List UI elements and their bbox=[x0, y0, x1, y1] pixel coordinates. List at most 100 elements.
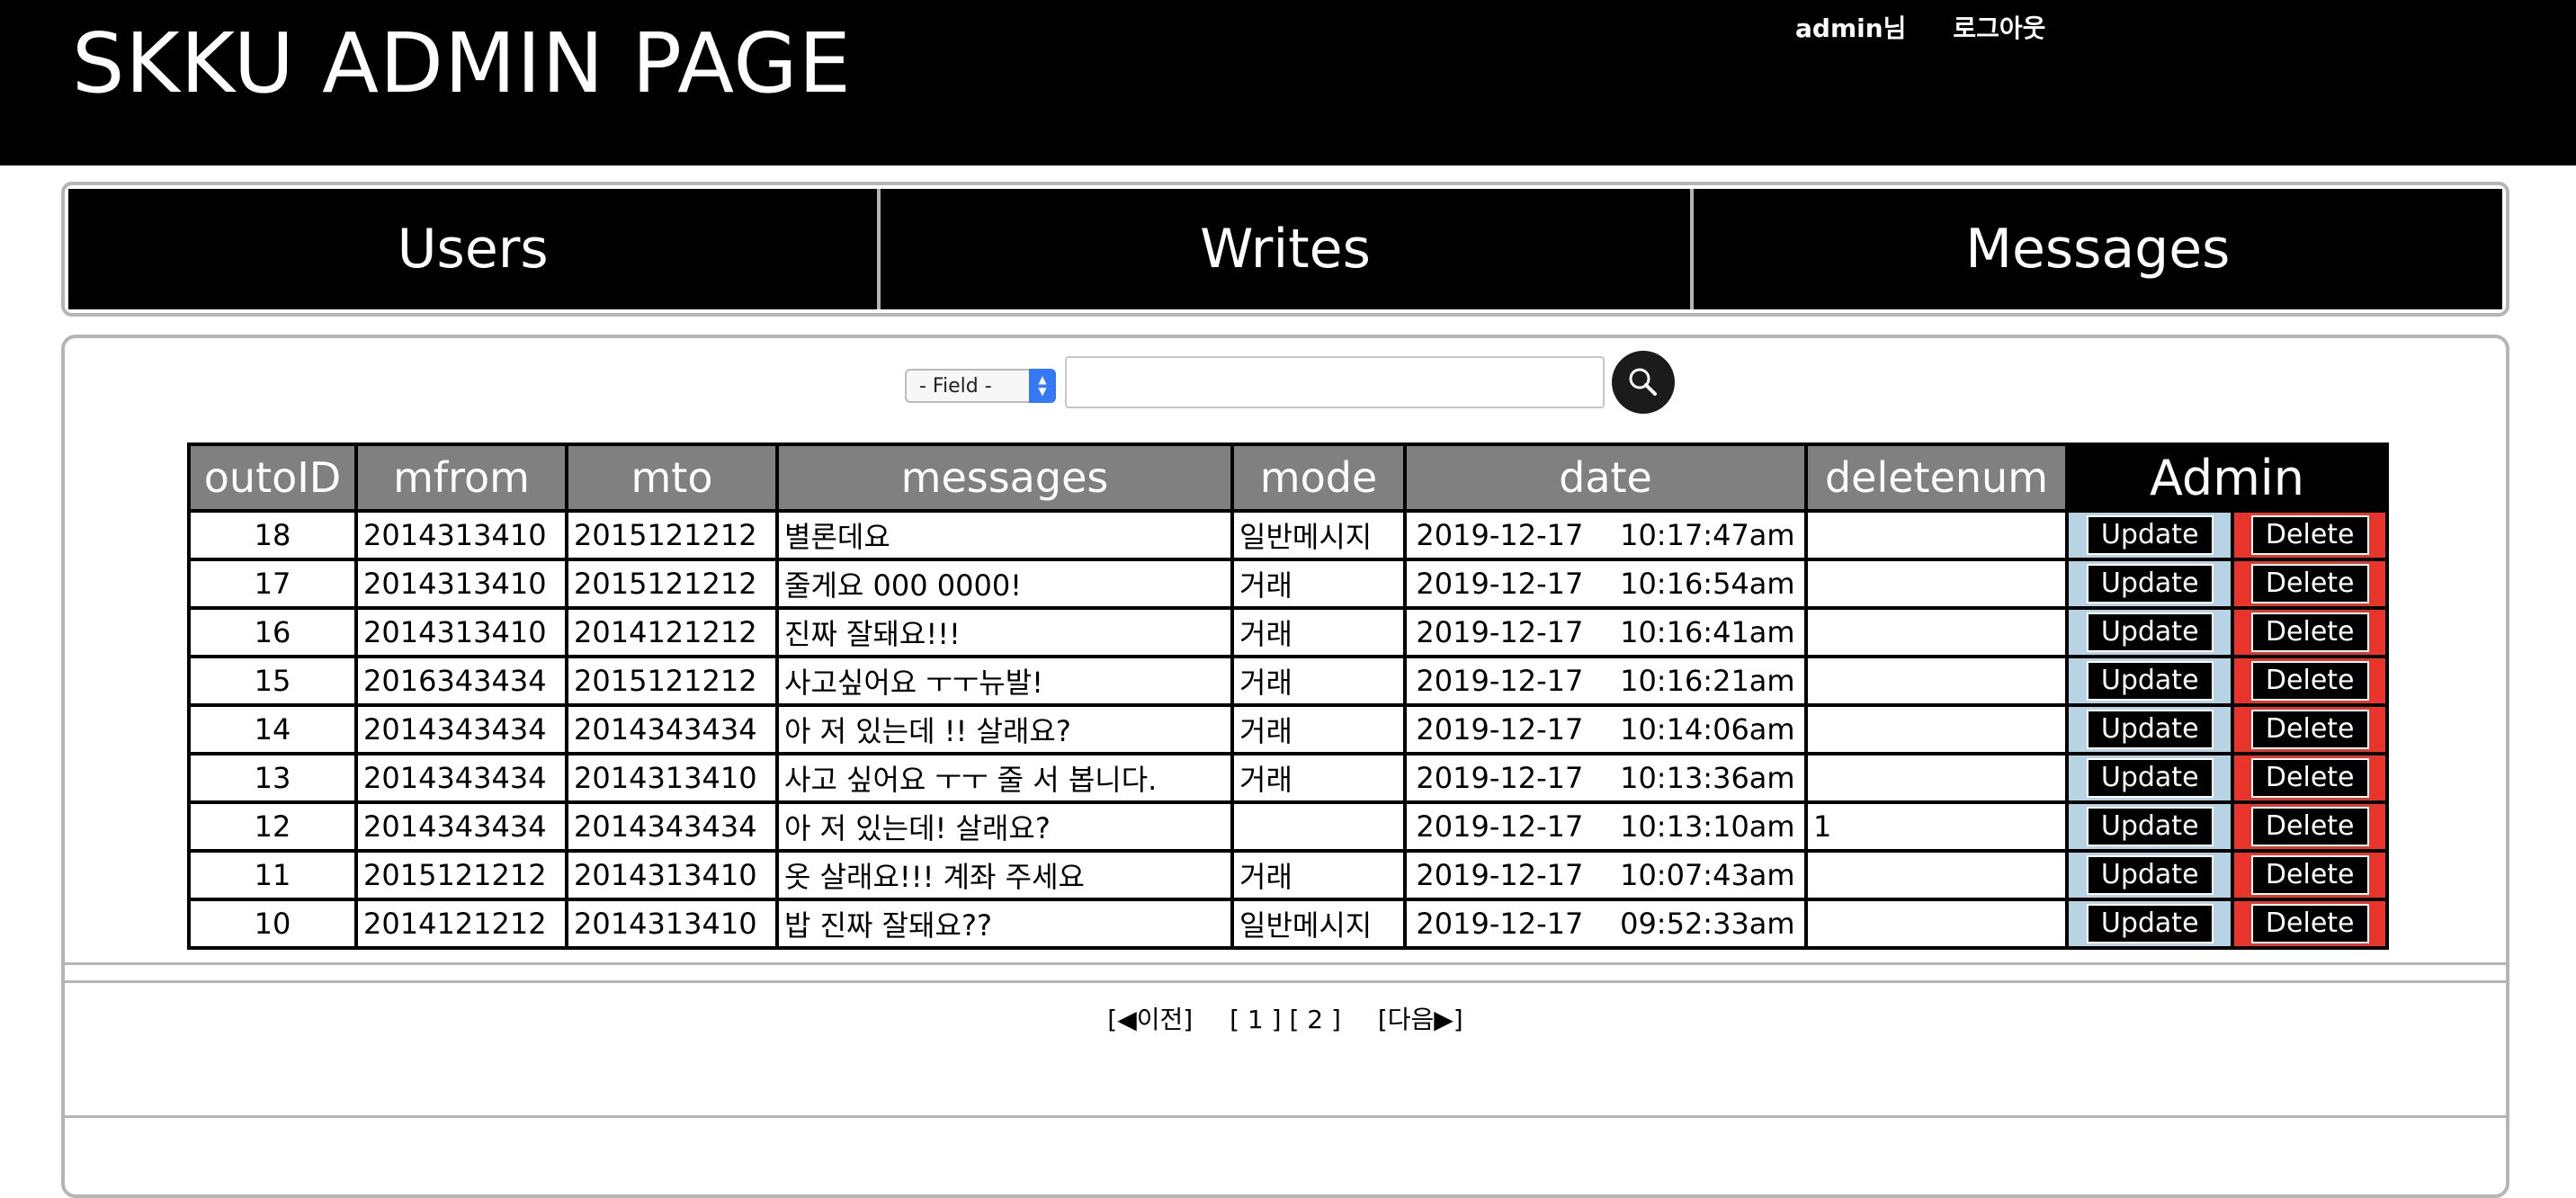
delete-button[interactable]: Delete bbox=[2250, 564, 2369, 603]
cell-mfrom: 2015121212 bbox=[354, 849, 568, 901]
col-header-messages[interactable]: messages bbox=[775, 443, 1234, 513]
col-header-mode[interactable]: mode bbox=[1230, 443, 1407, 513]
field-select[interactable]: - Field - ▲ ▼ bbox=[905, 369, 1056, 403]
delete-button[interactable]: Delete bbox=[2250, 612, 2369, 652]
cell-deletenum bbox=[1804, 655, 2069, 707]
delete-button[interactable]: Delete bbox=[2250, 855, 2369, 895]
cell-deletenum: 1 bbox=[1804, 800, 2069, 853]
tab-writes[interactable]: Writes bbox=[881, 189, 1694, 309]
table-row: 17 2014313410 2015121212 줄게요 000 0000! 거래 201… bbox=[187, 558, 2389, 610]
tab-users[interactable]: Users bbox=[68, 189, 881, 309]
col-header-admin: Admin bbox=[2065, 443, 2389, 513]
delete-button[interactable]: Delete bbox=[2250, 710, 2369, 749]
delete-cell: Delete bbox=[2231, 558, 2389, 610]
cell-mto: 2014313410 bbox=[565, 849, 779, 901]
main-nav: Users Writes Messages bbox=[61, 182, 2509, 317]
table-row: 11 2015121212 2014313410 옷 살래요!!! 계좌 주세요 거래 2… bbox=[187, 849, 2389, 901]
cell-mode: 거래 bbox=[1230, 558, 1407, 610]
table-row: 14 2014343434 2014343434 아 저 있는데 !! 살래요? 거래 2… bbox=[187, 703, 2389, 755]
table-row: 15 2016343434 2015121212 사고싶어요 ㅜㅜ뉴발! 거래 2019-… bbox=[187, 655, 2389, 707]
update-button[interactable]: Update bbox=[2086, 710, 2214, 749]
cell-deletenum bbox=[1804, 558, 2069, 610]
cell-mto: 2014313410 bbox=[565, 898, 779, 950]
update-button[interactable]: Update bbox=[2086, 612, 2214, 652]
delete-cell: Delete bbox=[2231, 800, 2389, 853]
cell-message: 사고 싶어요 ㅜㅜ 줄 서 봅니다. bbox=[775, 752, 1234, 804]
col-header-deletenum[interactable]: deletenum bbox=[1804, 443, 2069, 513]
prev-page-link[interactable]: [◀이전] bbox=[1107, 1005, 1193, 1034]
update-cell: Update bbox=[2064, 849, 2235, 901]
cell-date: 2019-12-17 10:17:47am bbox=[1403, 509, 1808, 561]
delete-button[interactable]: Delete bbox=[2250, 661, 2369, 701]
page-link-2[interactable]: [ 2 ] bbox=[1289, 1005, 1340, 1034]
cell-date: 2019-12-17 10:14:06am bbox=[1403, 703, 1808, 755]
update-cell: Update bbox=[2064, 655, 2235, 707]
update-cell: Update bbox=[2064, 558, 2235, 610]
next-page-link[interactable]: [다음▶] bbox=[1378, 1005, 1463, 1034]
cell-mode: 거래 bbox=[1230, 703, 1407, 755]
cell-date: 2019-12-17 10:13:36am bbox=[1403, 752, 1808, 804]
cell-deletenum bbox=[1804, 606, 2069, 658]
user-area: admin님 로그아웃 bbox=[1795, 9, 2045, 45]
update-cell: Update bbox=[2064, 800, 2235, 853]
search-input[interactable] bbox=[1065, 356, 1605, 408]
cell-mfrom: 2014343434 bbox=[354, 752, 568, 804]
cell-date: 2019-12-17 09:52:33am bbox=[1403, 898, 1808, 950]
table-row: 12 2014343434 2014343434 아 저 있는데! 살래요? 2019-… bbox=[187, 800, 2389, 853]
divider bbox=[65, 980, 2506, 983]
delete-cell: Delete bbox=[2231, 898, 2389, 950]
table-row: 10 2014121212 2014313410 밥 진짜 잘돼요?? 일반메시지 201… bbox=[187, 898, 2389, 950]
delete-cell: Delete bbox=[2231, 849, 2389, 901]
delete-button[interactable]: Delete bbox=[2250, 904, 2369, 943]
table-row: 16 2014313410 2014121212 진짜 잘돼요!!! 거래 2019-12… bbox=[187, 606, 2389, 658]
cell-message: 밥 진짜 잘돼요?? bbox=[775, 898, 1234, 950]
table-header-row: outoID mfrom mto messages mode date dele… bbox=[187, 443, 2389, 513]
update-button[interactable]: Update bbox=[2086, 758, 2214, 798]
delete-button[interactable]: Delete bbox=[2250, 807, 2369, 846]
search-bar: - Field - ▲ ▼ bbox=[65, 345, 2506, 417]
delete-cell: Delete bbox=[2231, 509, 2389, 561]
cell-mto: 2014343434 bbox=[565, 800, 779, 853]
search-button[interactable] bbox=[1612, 351, 1675, 414]
update-cell: Update bbox=[2064, 898, 2235, 950]
cell-outoid: 14 bbox=[187, 703, 358, 755]
col-header-outoid[interactable]: outoID bbox=[187, 443, 358, 513]
delete-button[interactable]: Delete bbox=[2250, 515, 2369, 555]
update-cell: Update bbox=[2064, 752, 2235, 804]
page-numbers: [ 1 ] [ 2 ] bbox=[1230, 1005, 1349, 1034]
table-body: 18 2014313410 2015121212 별론데요 일반메시지 2019-12-1… bbox=[187, 509, 2389, 950]
delete-cell: Delete bbox=[2231, 655, 2389, 707]
pagination: [◀이전] [ 1 ] [ 2 ] [다음▶] bbox=[65, 1000, 2506, 1036]
update-button[interactable]: Update bbox=[2086, 661, 2214, 701]
update-button[interactable]: Update bbox=[2086, 515, 2214, 555]
cell-date: 2019-12-17 10:16:21am bbox=[1403, 655, 1808, 707]
cell-mode: 거래 bbox=[1230, 849, 1407, 901]
cell-mfrom: 2014313410 bbox=[354, 606, 568, 658]
page-link-1[interactable]: [ 1 ] bbox=[1230, 1005, 1281, 1034]
update-button[interactable]: Update bbox=[2086, 564, 2214, 603]
divider bbox=[65, 962, 2506, 965]
cell-date: 2019-12-17 10:16:41am bbox=[1403, 606, 1808, 658]
cell-outoid: 18 bbox=[187, 509, 358, 561]
cell-mto: 2014121212 bbox=[565, 606, 779, 658]
col-header-mfrom[interactable]: mfrom bbox=[354, 443, 568, 513]
messages-table-wrapper: outoID mfrom mto messages mode date dele… bbox=[187, 443, 2389, 950]
cell-message: 진짜 잘돼요!!! bbox=[775, 606, 1234, 658]
cell-mto: 2014313410 bbox=[565, 752, 779, 804]
update-button[interactable]: Update bbox=[2086, 855, 2214, 895]
col-header-mto[interactable]: mto bbox=[565, 443, 779, 513]
delete-button[interactable]: Delete bbox=[2250, 758, 2369, 798]
cell-mto: 2015121212 bbox=[565, 509, 779, 561]
cell-message: 줄게요 000 0000! bbox=[775, 558, 1234, 610]
update-button[interactable]: Update bbox=[2086, 904, 2214, 943]
tab-messages[interactable]: Messages bbox=[1693, 189, 2502, 309]
cell-deletenum bbox=[1804, 509, 2069, 561]
header-bar: SKKU ADMIN PAGE admin님 로그아웃 bbox=[0, 0, 2576, 165]
delete-cell: Delete bbox=[2231, 606, 2389, 658]
cell-outoid: 12 bbox=[187, 800, 358, 853]
cell-outoid: 16 bbox=[187, 606, 358, 658]
logout-link[interactable]: 로그아웃 bbox=[1953, 9, 2045, 45]
update-button[interactable]: Update bbox=[2086, 807, 2214, 846]
search-icon bbox=[1629, 368, 1657, 396]
col-header-date[interactable]: date bbox=[1403, 443, 1808, 513]
